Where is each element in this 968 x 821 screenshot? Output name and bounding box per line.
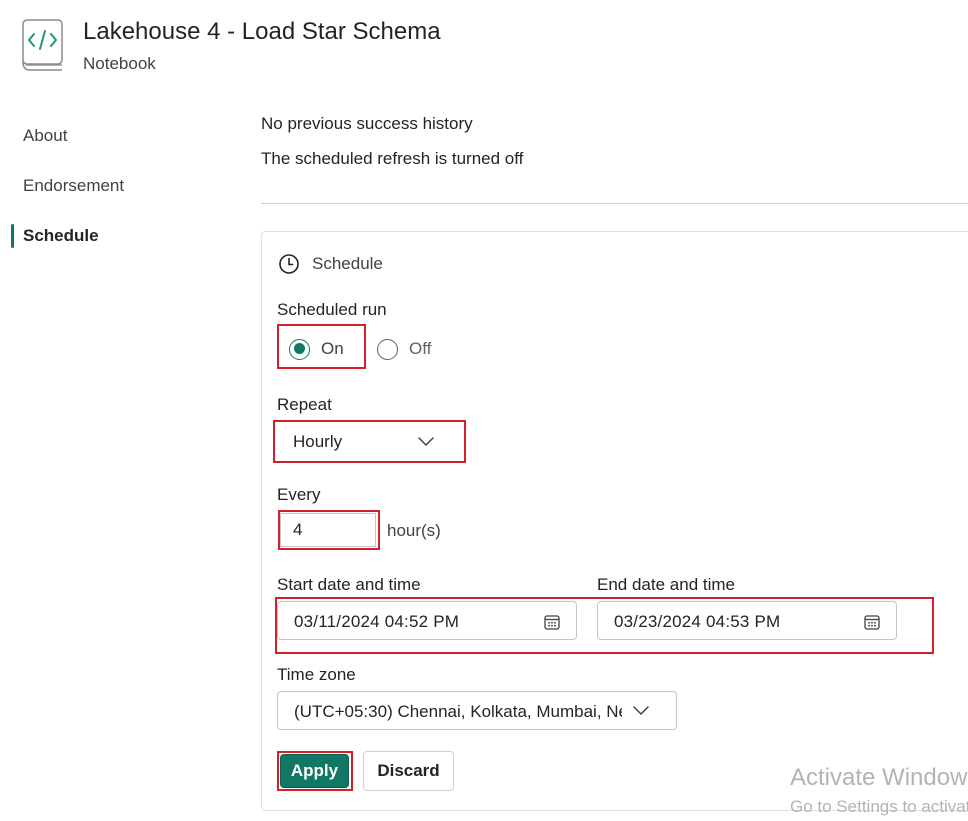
timezone-dropdown[interactable]: (UTC+05:30) Chennai, Kolkata, Mumbai, Ne…	[277, 691, 677, 730]
every-input[interactable]	[280, 513, 376, 547]
every-unit-label: hour(s)	[387, 521, 441, 540]
sidebar-item-schedule[interactable]: Schedule	[23, 226, 99, 246]
notebook-icon	[22, 19, 63, 71]
calendar-icon[interactable]	[544, 614, 560, 630]
radio-on-indicator	[289, 338, 310, 360]
repeat-label: Repeat	[277, 395, 332, 414]
apply-button[interactable]: Apply	[280, 754, 349, 788]
page-title: Lakehouse 4 - Load Star Schema	[83, 18, 441, 45]
calendar-icon[interactable]	[864, 614, 880, 630]
radio-off-indicator	[377, 338, 398, 360]
radio-off-label: Off	[409, 339, 432, 358]
sidebar-item-endorsement[interactable]: Endorsement	[23, 176, 124, 196]
every-label: Every	[277, 485, 321, 504]
radio-on-label: On	[321, 339, 344, 358]
start-datetime-value: 03/11/2024 04:52 PM	[294, 612, 460, 631]
item-type-label: Notebook	[83, 54, 156, 73]
schedule-section-title: Schedule	[312, 254, 383, 273]
refresh-status-text: The scheduled refresh is turned off	[261, 149, 524, 168]
end-datetime-value: 03/23/2024 04:53 PM	[614, 612, 781, 631]
activation-watermark-subtitle: Go to Settings to activate Windows.	[790, 797, 968, 816]
radio-on[interactable]: On	[289, 338, 344, 360]
end-datetime-input[interactable]: 03/23/2024 04:53 PM	[597, 601, 897, 640]
schedule-settings-page: Lakehouse 4 - Load Star Schema Notebook …	[0, 0, 968, 821]
discard-button[interactable]: Discard	[363, 751, 454, 791]
active-nav-indicator	[11, 224, 14, 248]
repeat-value: Hourly	[293, 432, 343, 451]
clock-icon	[279, 254, 299, 274]
repeat-dropdown[interactable]: Hourly	[277, 423, 462, 460]
radio-off[interactable]: Off	[377, 338, 431, 360]
start-datetime-label: Start date and time	[277, 575, 421, 594]
divider	[261, 203, 968, 204]
scheduled-run-label: Scheduled run	[277, 300, 387, 319]
activation-watermark-title: Activate Windows	[790, 764, 968, 791]
sidebar-item-about[interactable]: About	[23, 126, 67, 146]
timezone-value: (UTC+05:30) Chennai, Kolkata, Mumbai, Ne…	[294, 702, 622, 721]
success-history-text: No previous success history	[261, 114, 473, 133]
start-datetime-input[interactable]: 03/11/2024 04:52 PM	[277, 601, 577, 640]
chevron-down-icon	[633, 706, 649, 715]
chevron-down-icon	[418, 437, 434, 446]
end-datetime-label: End date and time	[597, 575, 735, 594]
timezone-label: Time zone	[277, 665, 356, 684]
